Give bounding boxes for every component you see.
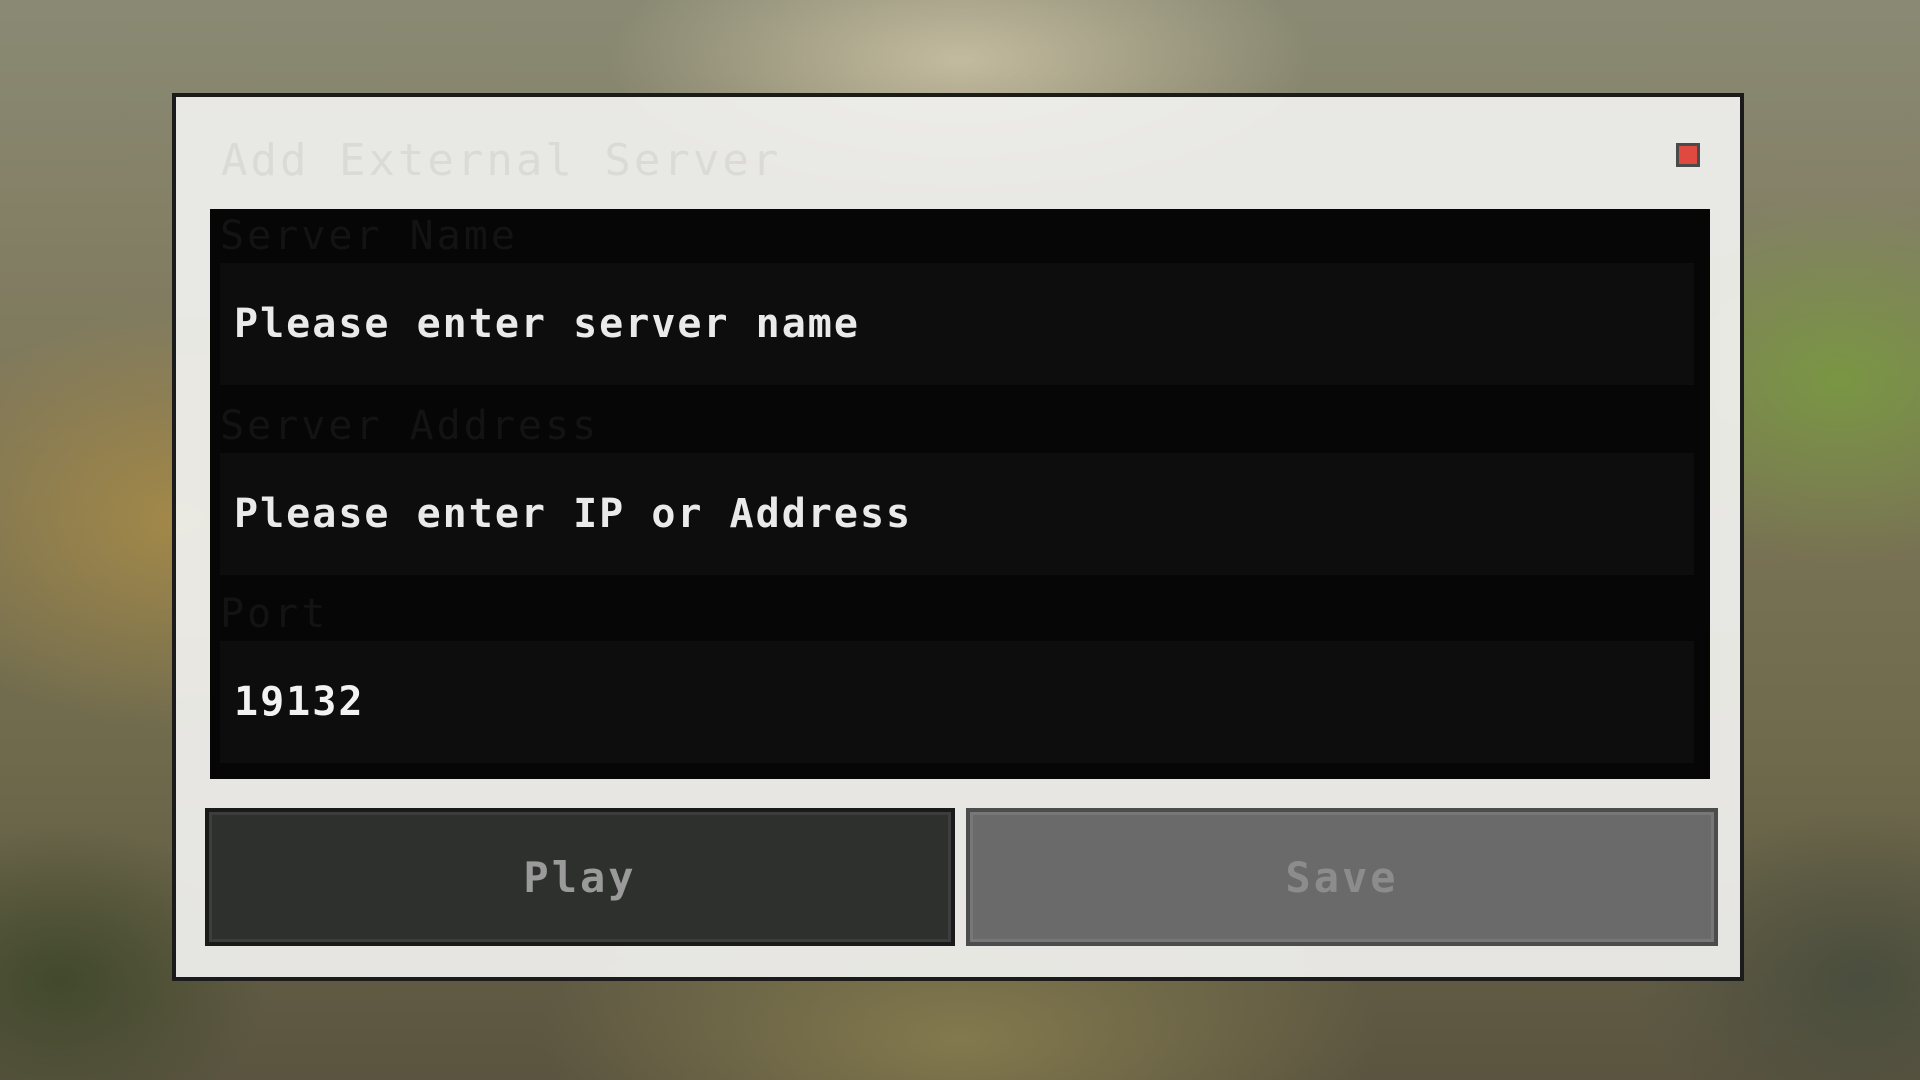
play-button[interactable]: Play <box>205 808 955 946</box>
server-name-input[interactable] <box>220 263 1694 385</box>
server-name-label: Server Name <box>220 213 518 259</box>
close-icon[interactable] <box>1676 143 1700 167</box>
dialog-title: Add External Server <box>221 135 782 186</box>
server-address-input[interactable] <box>220 453 1694 575</box>
server-address-label: Server Address <box>220 403 600 449</box>
port-input[interactable] <box>220 641 1694 763</box>
server-form: Server Name Server Address Port <box>210 209 1710 779</box>
save-button[interactable]: Save <box>966 808 1718 946</box>
port-label: Port <box>220 591 329 637</box>
add-external-server-dialog: Add External Server Server Name Server A… <box>172 93 1744 981</box>
